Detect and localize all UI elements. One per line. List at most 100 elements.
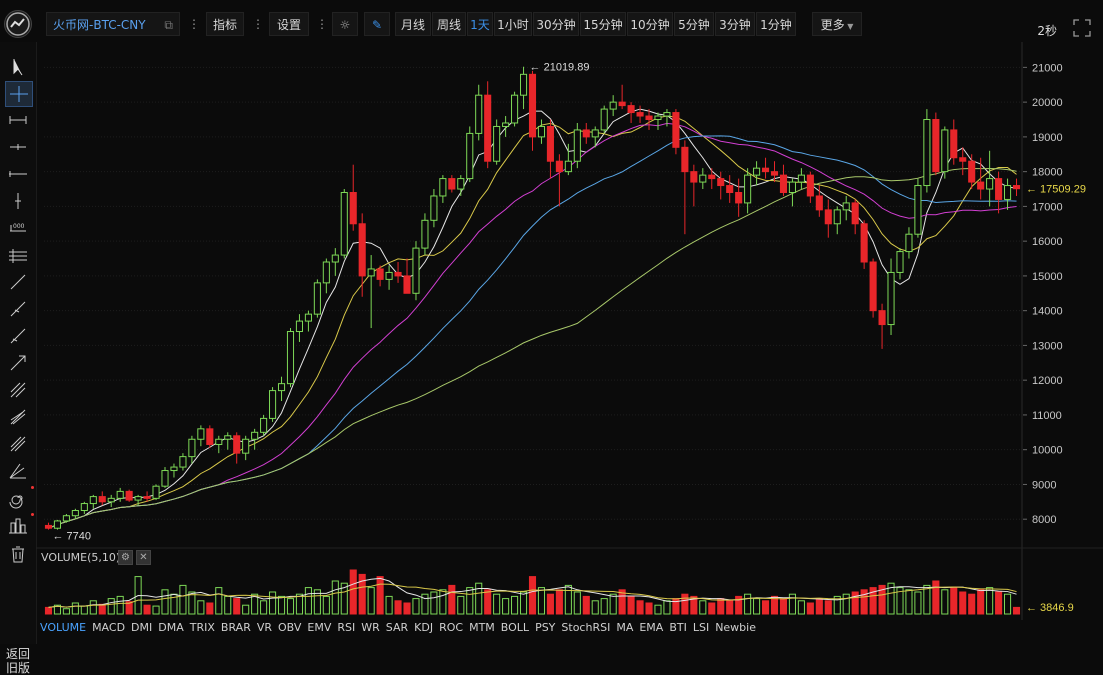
period-button[interactable]: 10分钟 xyxy=(627,12,673,36)
horizontal-line-tool[interactable] xyxy=(5,162,31,186)
arrow-tool[interactable] xyxy=(5,351,31,375)
theme-toggle-button[interactable]: ☼ xyxy=(332,12,358,36)
indicator-tab[interactable]: StochRSI xyxy=(561,621,610,634)
candle-body xyxy=(421,219,429,249)
back-to-old-version-button[interactable]: 返回旧版 xyxy=(2,647,34,675)
period-button[interactable]: 30分钟 xyxy=(533,12,579,36)
settings-button[interactable]: 设置 xyxy=(269,12,309,36)
volume-bar xyxy=(941,589,949,615)
indicator-tab[interactable]: BRAR xyxy=(221,621,251,634)
volume-bar xyxy=(564,584,572,615)
indicators-button[interactable]: 指标 xyxy=(206,12,244,36)
refresh-interval[interactable]: 2秒 xyxy=(1037,22,1057,39)
speed-lines-tool[interactable] xyxy=(5,459,31,483)
candle-body xyxy=(313,282,321,315)
delete-drawings-button[interactable] xyxy=(5,542,31,566)
volume-last-label: ← 3846.9 xyxy=(1026,602,1074,614)
y-tick-label: 12000 xyxy=(1032,375,1063,387)
indicator-tab[interactable]: OBV xyxy=(278,621,301,634)
indicator-tab[interactable]: Newbie xyxy=(715,621,756,634)
indicator-tab[interactable]: PSY xyxy=(535,621,555,634)
indicator-tab[interactable]: TRIX xyxy=(190,621,215,634)
popout-icon[interactable]: ⧉ xyxy=(164,13,173,37)
indicator-tab[interactable]: MACD xyxy=(92,621,125,634)
indicator-tab[interactable]: DMA xyxy=(158,621,184,634)
fib-fan-tool[interactable] xyxy=(5,405,31,429)
indicator-tab[interactable]: VOLUME xyxy=(40,621,86,634)
vertical-line-tool[interactable] xyxy=(5,189,31,213)
trend-line-icon xyxy=(10,274,26,290)
indicator-tab[interactable]: ROC xyxy=(439,621,463,634)
period-button[interactable]: 15分钟 xyxy=(580,12,626,36)
candle-body xyxy=(1004,185,1012,200)
settings-label: 设置 xyxy=(276,18,301,32)
y-tick-label: 9000 xyxy=(1032,479,1056,491)
indicator-tab[interactable]: BTI xyxy=(669,621,687,634)
candle-body xyxy=(851,202,859,225)
volume-bar xyxy=(475,582,483,615)
indicator-tab[interactable]: EMV xyxy=(307,621,331,634)
fib-spiral-tool[interactable] xyxy=(5,486,34,510)
volume-bar xyxy=(62,608,70,615)
volume-bar xyxy=(726,600,734,615)
draw-button[interactable]: ✎ xyxy=(364,12,390,36)
y-tick-label: 18000 xyxy=(1032,167,1063,179)
period-button[interactable]: 3分钟 xyxy=(715,12,755,36)
volume-bar xyxy=(277,595,286,615)
indicator-tab[interactable]: LSI xyxy=(693,621,709,634)
parallel-channel-tool[interactable] xyxy=(5,243,31,267)
menu-dots-icon[interactable]: ⋮ xyxy=(252,17,264,31)
volume-close-button[interactable]: ✕ xyxy=(136,550,151,565)
indicator-tab[interactable]: MA xyxy=(616,621,633,634)
gann-icon xyxy=(10,382,26,398)
candle-body xyxy=(959,157,967,162)
candle-body xyxy=(197,428,205,440)
indicator-tab[interactable]: RSI xyxy=(337,621,355,634)
trend-angle-tool[interactable] xyxy=(5,297,31,321)
candle-body xyxy=(753,167,761,176)
indicator-tab[interactable]: KDJ xyxy=(414,621,433,634)
indicator-tab[interactable]: BOLL xyxy=(501,621,529,634)
indicator-tab[interactable]: WR xyxy=(361,621,380,634)
period-button[interactable]: 1天 xyxy=(467,12,493,36)
site-logo[interactable] xyxy=(4,10,32,38)
indicator-tab[interactable]: MTM xyxy=(469,621,495,634)
measure-tool[interactable] xyxy=(5,513,34,537)
menu-dots-icon[interactable]: ⋮ xyxy=(316,17,328,31)
volume-settings-button[interactable]: ⚙ xyxy=(118,550,133,565)
indicator-tab[interactable]: VR xyxy=(257,621,272,634)
trend-line-tool[interactable] xyxy=(5,270,31,294)
candle-body xyxy=(824,209,832,225)
candle-body xyxy=(376,268,384,280)
y-tick-label: 10000 xyxy=(1032,445,1063,457)
fullscreen-button[interactable] xyxy=(1071,17,1093,39)
candle-body xyxy=(797,174,805,183)
period-button[interactable]: 周线 xyxy=(432,12,466,36)
candle-body xyxy=(71,510,79,517)
period-button[interactable]: 5分钟 xyxy=(674,12,714,36)
volume-bar xyxy=(914,591,922,615)
period-button[interactable]: 1分钟 xyxy=(756,12,796,36)
period-button[interactable]: 月线 xyxy=(395,12,431,36)
fan-tool[interactable] xyxy=(5,324,31,348)
candle-body xyxy=(439,178,447,197)
price-chart[interactable]: 8000 9000 10000 11000 12000 13000 14000 15000 16… xyxy=(36,42,1103,620)
gann-tool[interactable] xyxy=(5,378,31,402)
volume-bar xyxy=(995,591,1003,615)
volume-bar xyxy=(681,593,689,615)
price-line-tool[interactable]: 000 xyxy=(5,216,31,240)
candle-body xyxy=(484,94,492,162)
ray-tool[interactable] xyxy=(5,135,31,159)
pitchfork-tool[interactable] xyxy=(5,432,31,456)
indicator-tab[interactable]: EMA xyxy=(639,621,663,634)
indicator-tab[interactable]: SAR xyxy=(386,621,408,634)
indicator-tab[interactable]: DMI xyxy=(131,621,152,634)
period-button[interactable]: 1小时 xyxy=(494,12,532,36)
more-button[interactable]: 更多 ▼ xyxy=(812,12,862,36)
segment-tool[interactable] xyxy=(5,108,31,132)
menu-dots-icon[interactable]: ⋮ xyxy=(188,17,200,31)
volume-bar xyxy=(367,587,375,615)
pointer-tool[interactable] xyxy=(5,54,31,78)
crosshair-tool[interactable] xyxy=(5,81,33,107)
pair-selector[interactable]: 火币网-BTC-CNY ⧉ xyxy=(46,12,180,36)
